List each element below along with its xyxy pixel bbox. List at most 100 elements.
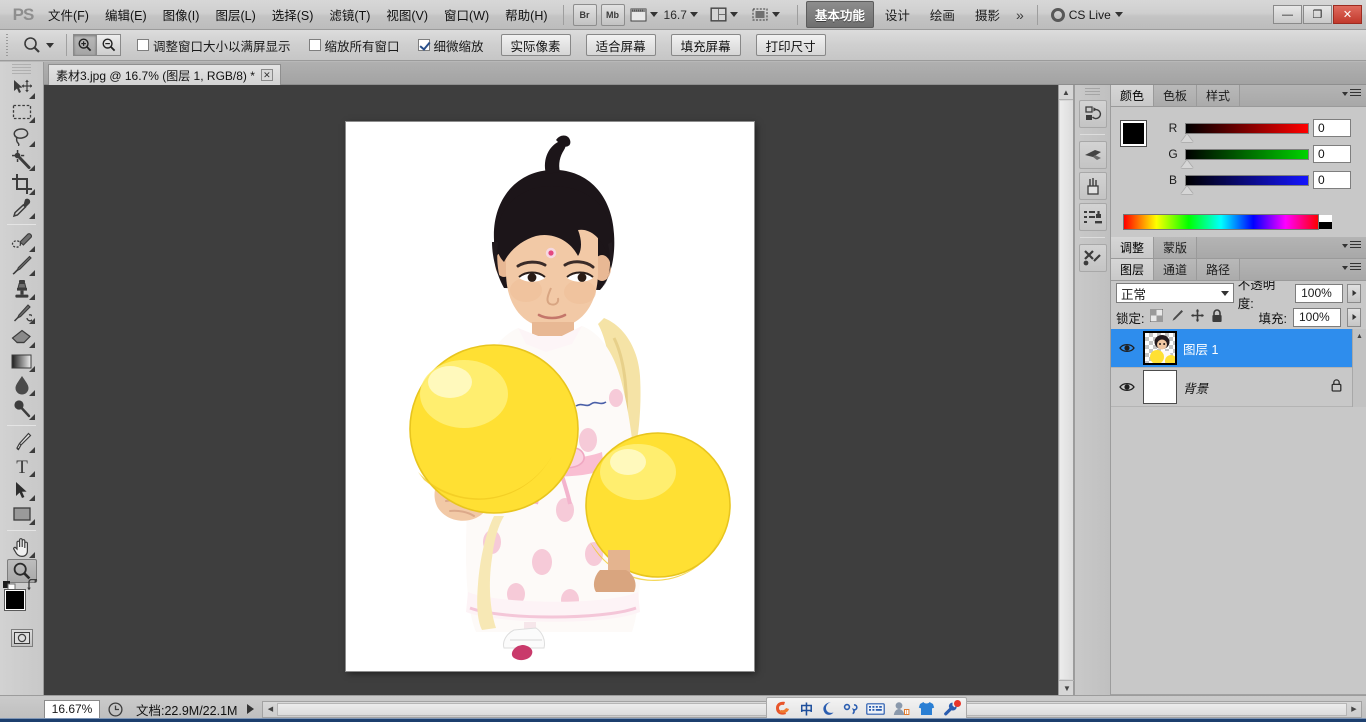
menu-window[interactable]: 窗口(W) bbox=[436, 1, 497, 28]
menu-filter[interactable]: 滤镜(T) bbox=[321, 1, 378, 28]
foreground-color-swatch[interactable] bbox=[4, 589, 26, 611]
checkbox[interactable] bbox=[137, 39, 149, 51]
dodge-tool[interactable] bbox=[7, 397, 37, 421]
fill-screen-button[interactable]: 填充屏幕 bbox=[671, 34, 741, 56]
checkbox[interactable] bbox=[309, 39, 321, 51]
rectangle-shape-tool[interactable] bbox=[7, 502, 37, 526]
foreground-color-swatch[interactable] bbox=[1121, 121, 1146, 146]
marquee-tool[interactable] bbox=[7, 100, 37, 124]
options-bar-grip[interactable] bbox=[4, 34, 13, 56]
moon-icon[interactable] bbox=[821, 701, 835, 716]
more-workspaces-icon[interactable]: » bbox=[1010, 7, 1030, 23]
swap-colors-icon[interactable] bbox=[27, 579, 40, 594]
panel-menu-icon[interactable] bbox=[1342, 89, 1361, 98]
dock-grip[interactable] bbox=[1085, 88, 1100, 97]
scroll-right-icon[interactable]: ▶ bbox=[1347, 705, 1361, 713]
fill-field[interactable]: 100% bbox=[1293, 308, 1341, 327]
panel-menu-icon[interactable] bbox=[1342, 241, 1361, 250]
menu-image[interactable]: 图像(I) bbox=[155, 1, 208, 28]
clone-stamp-tool[interactable] bbox=[7, 277, 37, 301]
opacity-stepper[interactable] bbox=[1347, 284, 1361, 303]
checkbox[interactable] bbox=[418, 39, 430, 51]
layer-row[interactable]: 图层 1 bbox=[1111, 329, 1366, 368]
blue-slider[interactable] bbox=[1185, 175, 1309, 186]
workspace-tab-design[interactable]: 设计 bbox=[876, 1, 919, 28]
blur-tool[interactable] bbox=[7, 373, 37, 397]
blend-mode-select[interactable]: 正常 bbox=[1116, 283, 1234, 303]
canvas-vertical-scrollbar[interactable]: ▲ ▼ bbox=[1058, 85, 1074, 695]
slider-knob[interactable] bbox=[1181, 134, 1193, 142]
view-extras-button[interactable] bbox=[628, 4, 660, 26]
green-value-field[interactable]: 0 bbox=[1313, 145, 1351, 163]
layer-name[interactable]: 图层 1 bbox=[1183, 339, 1360, 358]
path-selection-tool[interactable] bbox=[7, 478, 37, 502]
chevron-down-icon[interactable] bbox=[690, 12, 698, 17]
tools-panel-grip[interactable] bbox=[12, 64, 31, 74]
launch-bridge-icon[interactable]: Br bbox=[573, 4, 597, 26]
scroll-left-icon[interactable]: ◀ bbox=[263, 705, 277, 713]
timing-icon[interactable] bbox=[106, 700, 124, 718]
actual-pixels-button[interactable]: 实际像素 bbox=[501, 34, 571, 56]
scroll-thumb[interactable] bbox=[1060, 101, 1073, 679]
zoom-percentage-field[interactable]: 16.67% bbox=[44, 700, 100, 719]
user-icon[interactable] bbox=[893, 701, 910, 716]
status-options-icon[interactable] bbox=[247, 704, 254, 714]
fill-stepper[interactable] bbox=[1347, 308, 1361, 327]
pen-tool[interactable] bbox=[7, 430, 37, 454]
canvas-area[interactable] bbox=[44, 85, 1066, 695]
toolbox-icon[interactable] bbox=[943, 701, 959, 717]
scroll-up-icon[interactable]: ▲ bbox=[1059, 85, 1073, 100]
tab-adjustments[interactable]: 调整 bbox=[1111, 237, 1154, 258]
eraser-tool[interactable] bbox=[7, 325, 37, 349]
document-tab[interactable]: 素材3.jpg @ 16.7% (图层 1, RGB/8) * ✕ bbox=[48, 64, 281, 85]
punctuation-icon[interactable] bbox=[843, 701, 858, 716]
layer-visibility-icon[interactable] bbox=[1117, 342, 1137, 354]
brush-presets-panel-icon[interactable] bbox=[1079, 172, 1107, 200]
scrubby-zoom-option[interactable]: 细微缩放 bbox=[418, 36, 484, 55]
eyedropper-tool[interactable] bbox=[7, 196, 37, 220]
fit-screen-button[interactable]: 适合屏幕 bbox=[586, 34, 656, 56]
menu-view[interactable]: 视图(V) bbox=[378, 1, 436, 28]
menu-edit[interactable]: 编辑(E) bbox=[97, 1, 155, 28]
panel-menu-icon[interactable] bbox=[1342, 263, 1361, 272]
layer-name[interactable]: 背景 bbox=[1183, 378, 1325, 397]
crop-tool[interactable] bbox=[7, 172, 37, 196]
skin-icon[interactable] bbox=[918, 701, 935, 716]
launch-mini-bridge-icon[interactable]: Mb bbox=[601, 4, 625, 26]
chinese-mode-icon[interactable]: 中 bbox=[800, 699, 813, 718]
healing-brush-tool[interactable] bbox=[7, 229, 37, 253]
cs-live-button[interactable]: CS Live bbox=[1045, 8, 1129, 22]
lock-transparent-pixels-icon[interactable] bbox=[1150, 309, 1163, 325]
brush-tool[interactable] bbox=[7, 253, 37, 277]
clone-source-panel-icon[interactable] bbox=[1079, 203, 1107, 231]
magic-wand-tool[interactable] bbox=[7, 148, 37, 172]
tab-swatches[interactable]: 色板 bbox=[1154, 85, 1197, 106]
arrange-documents-button[interactable] bbox=[708, 4, 740, 26]
scroll-down-icon[interactable]: ▼ bbox=[1059, 680, 1075, 695]
color-ramp-blackwhite[interactable] bbox=[1319, 215, 1332, 229]
lasso-tool[interactable] bbox=[7, 124, 37, 148]
workspace-tab-painting[interactable]: 绘画 bbox=[921, 1, 964, 28]
tool-presets-panel-icon[interactable] bbox=[1079, 244, 1107, 272]
tab-channels[interactable]: 通道 bbox=[1154, 259, 1197, 280]
history-brush-tool[interactable] bbox=[7, 301, 37, 325]
tab-paths[interactable]: 路径 bbox=[1197, 259, 1240, 280]
gradient-tool[interactable] bbox=[7, 349, 37, 373]
workspace-tab-essentials[interactable]: 基本功能 bbox=[806, 1, 874, 28]
tab-masks[interactable]: 蒙版 bbox=[1154, 237, 1197, 258]
zoom-in-button[interactable] bbox=[73, 34, 97, 56]
opacity-field[interactable]: 100% bbox=[1295, 284, 1343, 303]
default-colors-icon[interactable] bbox=[3, 580, 16, 588]
layer-thumbnail[interactable] bbox=[1143, 331, 1177, 365]
restore-button[interactable]: ❐ bbox=[1303, 5, 1332, 24]
keyboard-icon[interactable] bbox=[866, 702, 885, 716]
move-tool[interactable] bbox=[7, 76, 37, 100]
zoom-level-value[interactable]: 16.7 bbox=[661, 8, 690, 22]
print-size-button[interactable]: 打印尺寸 bbox=[756, 34, 826, 56]
color-ramp[interactable] bbox=[1123, 214, 1319, 230]
menu-help[interactable]: 帮助(H) bbox=[497, 1, 555, 28]
type-tool[interactable]: T bbox=[7, 454, 37, 478]
brush-panel-icon[interactable] bbox=[1079, 141, 1107, 169]
layer-thumbnail[interactable] bbox=[1143, 370, 1177, 404]
tab-color[interactable]: 颜色 bbox=[1111, 85, 1154, 106]
